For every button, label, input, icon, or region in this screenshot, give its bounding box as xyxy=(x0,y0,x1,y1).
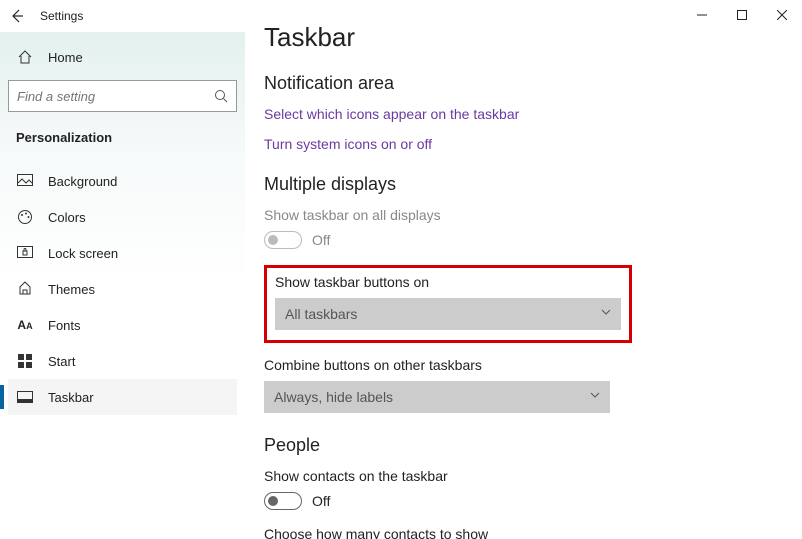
label-show-taskbar-buttons: Show taskbar buttons on xyxy=(275,274,621,290)
sidebar-item-label: Taskbar xyxy=(48,390,94,405)
sidebar-item-fonts[interactable]: AA Fonts xyxy=(8,307,237,343)
label-choose-contacts-count: Choose how many contacts to show xyxy=(264,526,778,539)
section-people: People xyxy=(264,435,778,456)
sidebar-item-label: Colors xyxy=(48,210,86,225)
label-show-all-displays: Show taskbar on all displays xyxy=(264,207,778,223)
dropdown-value: All taskbars xyxy=(285,306,357,322)
sidebar-item-label: Lock screen xyxy=(48,246,118,261)
back-button[interactable] xyxy=(0,0,34,32)
main-content: Taskbar Notification area Select which i… xyxy=(264,22,802,539)
themes-icon xyxy=(16,280,34,298)
sidebar-item-label: Start xyxy=(48,354,75,369)
dropdown-value: Always, hide labels xyxy=(274,389,393,405)
maximize-icon xyxy=(737,10,747,20)
minimize-icon xyxy=(697,10,707,20)
palette-icon xyxy=(16,208,34,226)
sidebar-item-home[interactable]: Home xyxy=(8,40,237,74)
chevron-down-icon xyxy=(590,392,600,398)
page-title: Taskbar xyxy=(264,22,778,53)
link-system-icons[interactable]: Turn system icons on or off xyxy=(264,136,778,152)
sidebar-item-start[interactable]: Start xyxy=(8,343,237,379)
search-container xyxy=(8,80,237,112)
sidebar-section-header: Personalization xyxy=(8,124,237,163)
toggle-state: Off xyxy=(312,493,330,509)
sidebar-item-label: Background xyxy=(48,174,117,189)
sidebar-item-label: Fonts xyxy=(48,318,81,333)
link-select-icons[interactable]: Select which icons appear on the taskbar xyxy=(264,106,778,122)
sidebar-item-label: Home xyxy=(48,50,83,65)
sidebar-item-colors[interactable]: Colors xyxy=(8,199,237,235)
arrow-left-icon xyxy=(10,9,24,23)
close-icon xyxy=(777,10,787,20)
sidebar-item-label: Themes xyxy=(48,282,95,297)
app-title: Settings xyxy=(40,9,83,23)
home-icon xyxy=(16,48,34,66)
sidebar-item-taskbar[interactable]: Taskbar xyxy=(8,379,237,415)
sidebar-item-lock-screen[interactable]: Lock screen xyxy=(8,235,237,271)
section-multiple-displays: Multiple displays xyxy=(264,174,778,195)
toggle-state: Off xyxy=(312,232,330,248)
picture-icon xyxy=(16,172,34,190)
section-notification-area: Notification area xyxy=(264,73,778,94)
search-input[interactable] xyxy=(17,89,214,104)
toggle-show-contacts[interactable] xyxy=(264,492,302,510)
chevron-down-icon xyxy=(601,309,611,315)
fonts-icon: AA xyxy=(16,316,34,334)
sidebar: Home Personalization Background Colors L… xyxy=(0,32,245,539)
taskbar-icon xyxy=(16,388,34,406)
sidebar-item-background[interactable]: Background xyxy=(8,163,237,199)
label-combine-buttons: Combine buttons on other taskbars xyxy=(264,357,778,373)
lock-screen-icon xyxy=(16,244,34,262)
search-box[interactable] xyxy=(8,80,237,112)
start-icon xyxy=(16,352,34,370)
label-show-contacts: Show contacts on the taskbar xyxy=(264,468,778,484)
dropdown-combine-buttons[interactable]: Always, hide labels xyxy=(264,381,610,413)
highlight-show-taskbar-buttons: Show taskbar buttons on All taskbars xyxy=(264,265,632,343)
toggle-show-all-displays xyxy=(264,231,302,249)
search-icon xyxy=(214,89,228,103)
dropdown-show-taskbar-buttons[interactable]: All taskbars xyxy=(275,298,621,330)
sidebar-item-themes[interactable]: Themes xyxy=(8,271,237,307)
